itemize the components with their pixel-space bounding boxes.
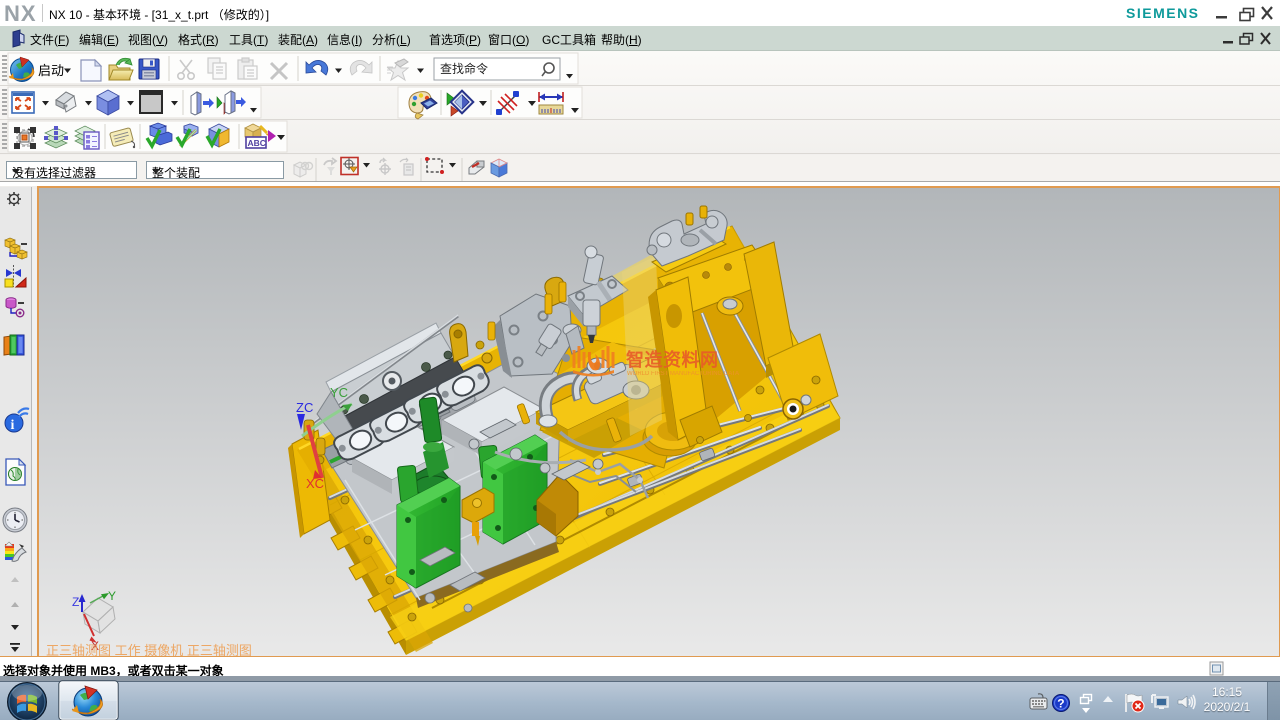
svg-text:ABC: ABC <box>248 138 266 148</box>
svg-text:ZC: ZC <box>296 400 313 415</box>
svg-text:i: i <box>11 418 15 433</box>
svg-text:WORLD FIRST MANUFACTURING DATA: WORLD FIRST MANUFACTURING DATA <box>627 371 739 377</box>
svg-text:智造资料网: 智造资料网 <box>626 349 719 370</box>
svg-text:查找命令: 查找命令 <box>440 61 488 76</box>
svg-text:YC: YC <box>330 385 348 400</box>
svg-text:Y: Y <box>108 589 116 603</box>
svg-text:Z: Z <box>72 595 79 609</box>
svg-text:?: ? <box>1057 697 1064 711</box>
svg-text:启动: 启动 <box>38 63 64 78</box>
